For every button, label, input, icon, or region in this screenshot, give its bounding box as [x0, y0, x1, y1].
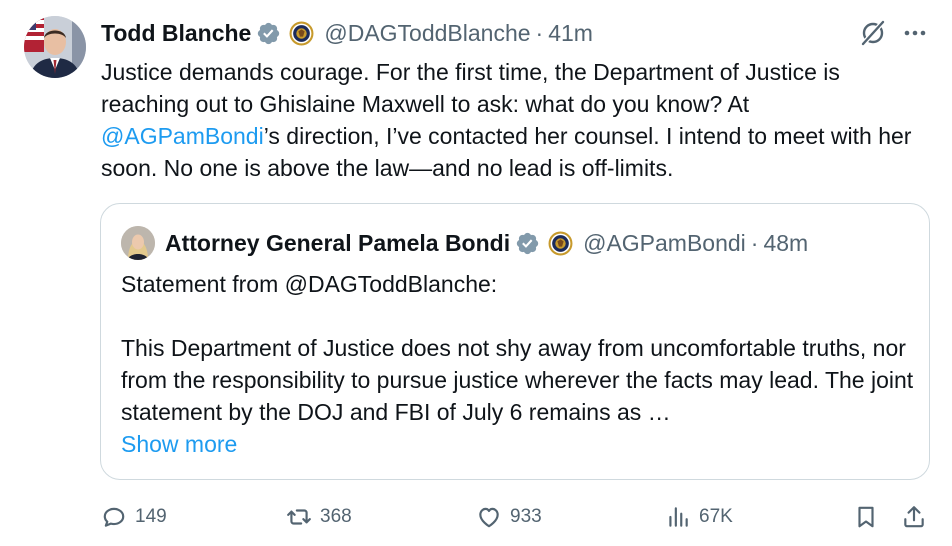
- grok-icon[interactable]: [858, 18, 888, 48]
- quoted-tweet[interactable]: Attorney General Pamela Bondi @AGPamBond…: [100, 203, 930, 480]
- view-count: 67K: [699, 506, 733, 527]
- views-button[interactable]: 67K: [665, 497, 733, 537]
- author-name[interactable]: Todd Blanche: [101, 20, 251, 47]
- separator-dot: ·: [535, 19, 544, 46]
- bookmark-icon: [858, 506, 874, 528]
- repost-button[interactable]: 368: [286, 497, 352, 537]
- tweet: Todd Blanche @DAGToddBlanche · 41m Justi…: [0, 0, 952, 546]
- tweet-text: Justice demands courage. For the first t…: [101, 56, 921, 184]
- more-options-icon[interactable]: [900, 18, 930, 48]
- heart-icon: [479, 507, 499, 528]
- share-icon: [904, 506, 924, 528]
- quoted-post-time[interactable]: 48m: [763, 230, 808, 257]
- mention-link[interactable]: @AGPamBondi: [101, 123, 264, 149]
- quoted-text-paragraph: This Department of Justice does not shy …: [121, 335, 914, 425]
- author-handle[interactable]: @DAGToddBlanche: [324, 20, 530, 47]
- reply-icon: [103, 507, 125, 527]
- quoted-author-name[interactable]: Attorney General Pamela Bondi: [165, 230, 510, 257]
- quoted-author-avatar[interactable]: [121, 226, 155, 260]
- author-avatar[interactable]: [24, 16, 86, 78]
- user-avatar-icon: [24, 16, 86, 78]
- verified-badge-icon[interactable]: [256, 21, 281, 46]
- quoted-tweet-header: Attorney General Pamela Bondi @AGPamBond…: [121, 226, 808, 260]
- quoted-text-line1: Statement from @DAGToddBlanche:: [121, 271, 498, 297]
- like-button[interactable]: 933: [476, 497, 542, 537]
- repost-count: 368: [320, 506, 352, 527]
- doj-seal-icon: [289, 21, 314, 46]
- share-button[interactable]: [901, 497, 935, 537]
- tweet-header: Todd Blanche @DAGToddBlanche · 41m: [101, 16, 593, 50]
- quoted-tweet-text: Statement from @DAGToddBlanche: This Dep…: [121, 268, 916, 428]
- user-avatar-icon: [121, 226, 155, 260]
- analytics-icon: [669, 507, 688, 527]
- repost-icon: [287, 509, 311, 525]
- verified-badge-icon[interactable]: [515, 231, 540, 256]
- reply-button[interactable]: 149: [101, 497, 167, 537]
- separator-dot: ·: [750, 229, 759, 256]
- post-time[interactable]: 41m: [548, 20, 593, 47]
- quoted-author-handle[interactable]: @AGPamBondi: [583, 230, 746, 257]
- doj-seal-icon: [548, 231, 573, 256]
- reply-count: 149: [135, 506, 167, 527]
- tweet-text-part1: Justice demands courage. For the first t…: [101, 59, 840, 117]
- action-bar: 149 368 933 67K: [0, 497, 952, 537]
- like-count: 933: [510, 506, 542, 527]
- bookmark-button[interactable]: [853, 497, 887, 537]
- show-more-link[interactable]: Show more: [121, 428, 237, 460]
